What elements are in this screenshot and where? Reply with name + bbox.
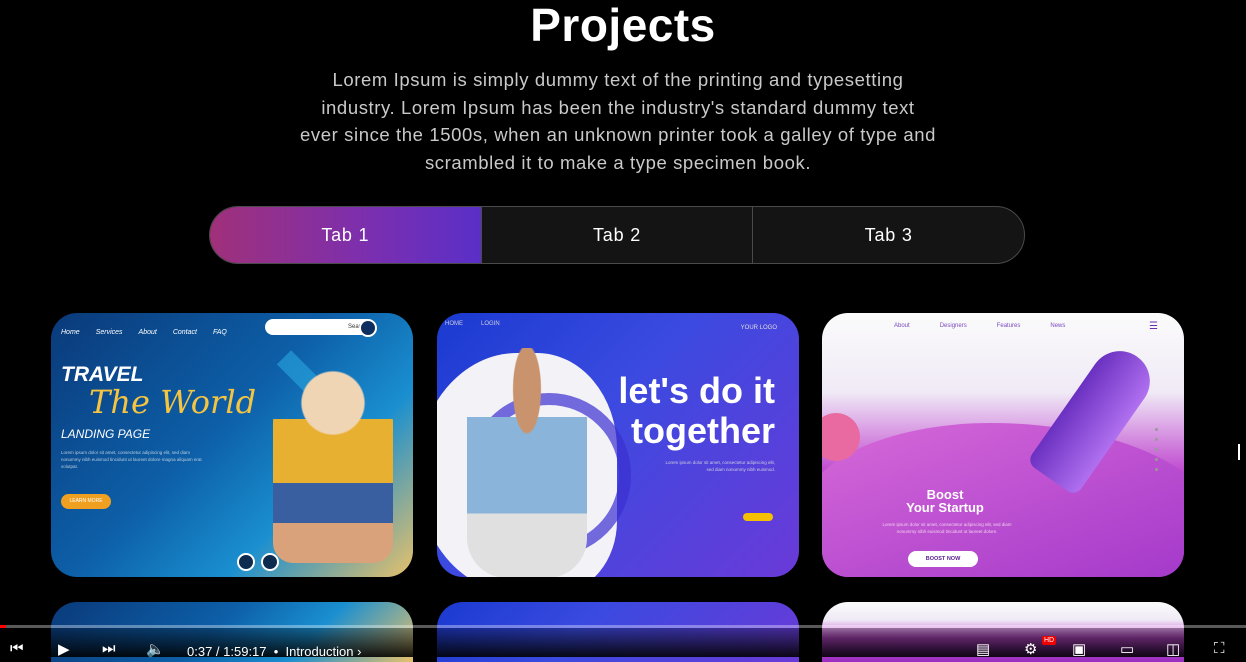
together-headline: let's do it together [618, 370, 775, 451]
tab-bar: Tab 1 Tab 2 Tab 3 [209, 206, 1025, 264]
together-body: Lorem ipsum dolor sit amet, consectetur … [665, 460, 775, 472]
player-controls: ⏮ ▶ ⏭ 🔈 0:37 / 1:59:17 • Introduction › … [0, 628, 1246, 659]
project-card-boost[interactable]: About Designers Features News ☰ Boost Yo… [822, 313, 1184, 577]
nav-home: HOME [445, 321, 463, 327]
tab-2[interactable]: Tab 2 [480, 207, 753, 263]
project-card-together[interactable]: HOME LOGIN YOUR LOGO let's do it togethe… [437, 313, 799, 577]
traveler-image [273, 363, 393, 563]
together-button [743, 513, 773, 521]
next-icon[interactable]: ⏭ [102, 640, 116, 657]
boost-line-2: Your Startup [906, 500, 984, 515]
play-icon[interactable]: ▶ [58, 640, 70, 658]
page-title: Projects [530, 0, 716, 51]
arrow-left-icon [237, 553, 255, 571]
tab-1[interactable]: Tab 1 [210, 207, 481, 263]
card-nav: About Designers Features News [894, 323, 1065, 329]
nav-login: LOGIN [481, 321, 500, 327]
nav-contact: Contact [172, 328, 197, 336]
tab-3[interactable]: Tab 3 [752, 207, 1024, 263]
volume-icon[interactable]: 🔈 [146, 640, 165, 658]
mouse-cursor [1238, 444, 1246, 460]
slider-arrows [237, 553, 279, 571]
logo-text: YOUR LOGO [740, 325, 777, 331]
menu-icon: ☰ [1149, 321, 1158, 332]
nav-about: About [138, 328, 157, 336]
boost-now-button: BOOST NOW [908, 551, 978, 567]
project-card-travel[interactable]: Home Services About Contact FAQ Search T… [51, 313, 413, 577]
arrow-right-icon [261, 553, 279, 571]
nav-services: Services [95, 328, 123, 336]
learn-more-button: LEARN MORE [61, 494, 111, 509]
travel-script-title: The World [89, 383, 257, 421]
miniplayer-icon[interactable]: ▣ [1072, 640, 1086, 658]
nav-about: About [894, 323, 910, 329]
boost-headline: Boost Your Startup [880, 488, 1010, 514]
section-description: Lorem Ipsum is simply dummy text of the … [300, 69, 937, 173]
search-icon [359, 319, 377, 337]
hd-badge: HD [1042, 636, 1057, 645]
settings-icon[interactable]: ⚙ [1024, 640, 1037, 658]
nav-faq: FAQ [212, 328, 227, 336]
travel-subtitle: LANDING PAGE [61, 427, 151, 441]
previous-icon[interactable]: ⏮ [10, 640, 24, 657]
nav-designers: Designers [939, 323, 967, 329]
boost-body: Lorem ipsum dolor sit amet, consectetur … [882, 522, 1012, 534]
nav-home: Home [61, 328, 80, 336]
nav-features: Features [996, 323, 1021, 329]
theater-icon[interactable]: ▭ [1120, 640, 1134, 658]
fullscreen-icon[interactable]: ⛶ [1214, 640, 1225, 657]
card-nav: HOME LOGIN [445, 321, 500, 327]
subtitles-icon[interactable]: ▤ [976, 640, 990, 658]
cast-icon[interactable]: ◫ [1166, 640, 1180, 658]
nav-news: News [1050, 323, 1066, 329]
pagination-dots [1155, 428, 1158, 471]
travel-body: Lorem ipsum dolor sit amet, consectetur … [61, 450, 202, 469]
